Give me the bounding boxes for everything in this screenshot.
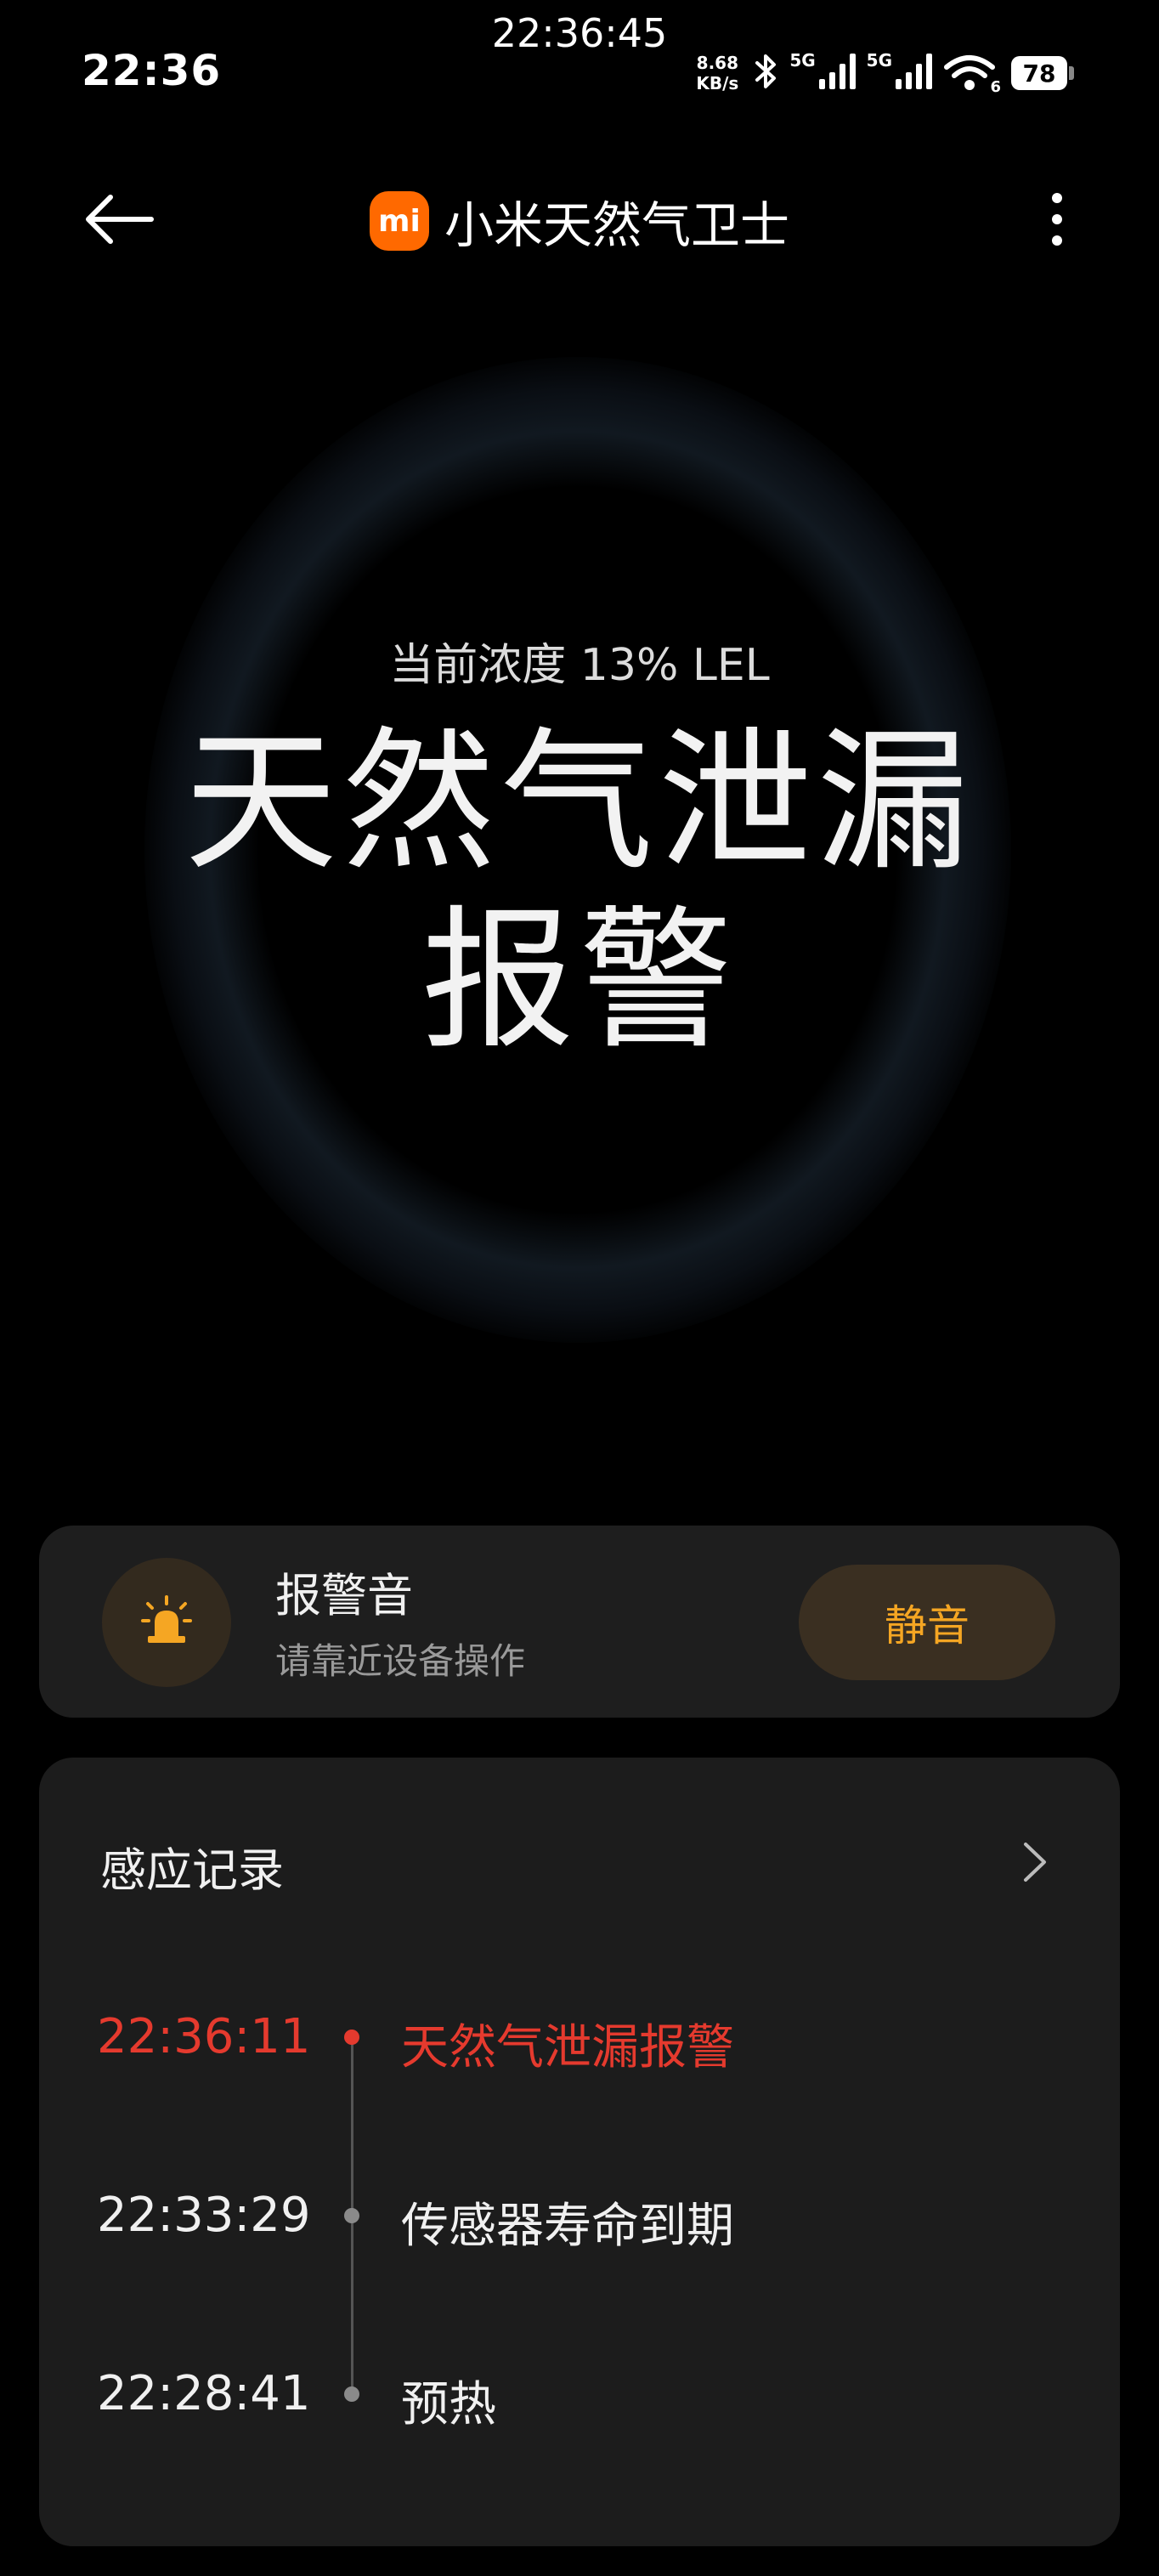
arrow-left-icon (83, 194, 155, 248)
timeline-dot (344, 2030, 359, 2045)
wifi-generation: 6 (990, 78, 1001, 96)
record-time: 22:36:11 (97, 2009, 311, 2064)
alarm-sound-title: 报警音 (275, 1569, 413, 1622)
records-header[interactable]: 感应记录 (39, 1826, 1120, 1902)
gas-concentration: 当前浓度 13% LEL (389, 640, 770, 691)
xiaomi-logo-icon: mi (369, 191, 429, 251)
mute-button[interactable]: 静音 (799, 1565, 1055, 1680)
timeline-dot (344, 2386, 359, 2402)
more-vertical-icon (1050, 191, 1064, 251)
chevron-right-icon (1022, 1841, 1048, 1887)
header-title-group: mi 小米天然气卫士 (0, 187, 1159, 255)
bluetooth-icon (752, 51, 781, 95)
siren-icon (139, 1594, 194, 1651)
sensing-records-card: 感应记录 22:36:11 天然气泄漏报警 22:33:29 传感器寿命到期 2… (39, 1758, 1120, 2546)
battery-indicator: 78 (1011, 56, 1074, 90)
network-speed: 8.68 KB/s (696, 53, 738, 93)
back-button[interactable] (76, 187, 161, 255)
alarm-icon-badge (102, 1558, 231, 1687)
signal-bars-icon (817, 52, 858, 94)
sim2-label: 5G (866, 50, 892, 71)
network-speed-value: 8.68 (696, 53, 739, 73)
more-options-button[interactable] (1023, 187, 1091, 255)
alarm-sound-card: 报警音 请靠近设备操作 静音 (39, 1526, 1120, 1718)
records-open-button[interactable] (1009, 1834, 1060, 1894)
network-speed-unit: KB/s (696, 73, 739, 93)
records-title: 感应记录 (100, 1843, 284, 1897)
alarm-sound-subtitle: 请靠近设备操作 (275, 1640, 526, 1682)
page-title: 小米天然气卫士 (444, 196, 789, 254)
alarm-status-title: 天然气泄漏报警 (184, 714, 975, 1070)
status-icons: 8.68 KB/s 5G 5G 6 78 (696, 48, 1074, 99)
timeline-dot (344, 2208, 359, 2223)
battery-tip (1069, 66, 1074, 80)
app-header: mi 小米天然气卫士 (0, 161, 1159, 280)
sim1-label: 5G (789, 50, 816, 71)
status-bar: 22:36 22:36:45 8.68 KB/s 5G 5G 6 78 (0, 0, 1159, 144)
signal-sim1: 5G (789, 50, 858, 94)
record-event: 天然气泄漏报警 (401, 2020, 734, 2075)
record-time: 22:28:41 (97, 2366, 311, 2421)
record-event: 传感器寿命到期 (401, 2199, 734, 2254)
record-event: 预热 (401, 2377, 496, 2432)
record-time: 22:33:29 (97, 2188, 311, 2243)
alarm-hero: 当前浓度 13% LEL 天然气泄漏报警 (0, 340, 1159, 1411)
wifi-icon: 6 (943, 54, 1001, 96)
record-item: 22:33:29 传感器寿命到期 (39, 2172, 1120, 2257)
signal-bars-icon (894, 52, 935, 94)
signal-sim2: 5G (866, 50, 935, 94)
record-item: 22:28:41 预热 (39, 2351, 1120, 2436)
record-item: 22:36:11 天然气泄漏报警 (39, 1994, 1120, 2079)
battery-level: 78 (1011, 56, 1067, 90)
